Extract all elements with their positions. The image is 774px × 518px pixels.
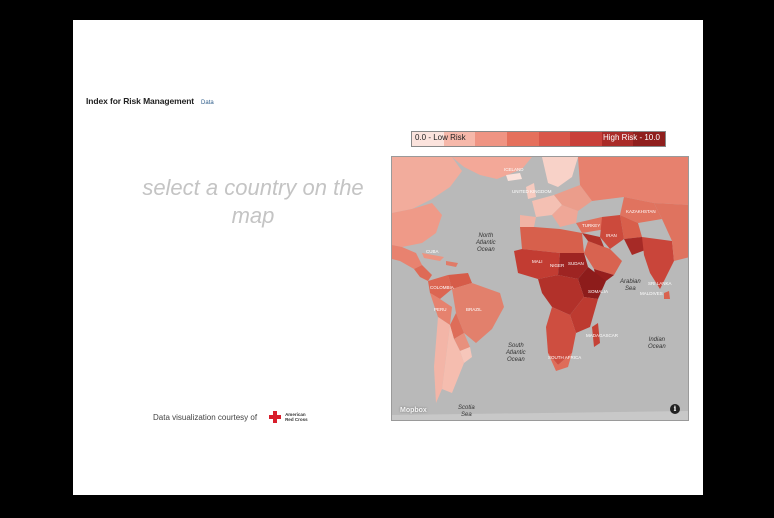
label-south-atlantic: South Atlantic Ocean xyxy=(506,343,526,363)
label-sri-lanka: SRI LANKA xyxy=(648,281,672,286)
credit: Data visualization courtesy of American … xyxy=(153,411,308,423)
label-brazil: BRAZIL xyxy=(466,307,482,312)
mexico-region[interactable] xyxy=(392,245,422,269)
label-mali: MALI xyxy=(532,259,543,264)
header: Index for Risk Management Data xyxy=(86,96,214,106)
cuba-region[interactable] xyxy=(422,253,444,261)
red-cross-logo[interactable]: American Red Cross xyxy=(269,411,308,423)
label-somalia: SOMALIA xyxy=(588,289,609,294)
credit-text: Data visualization courtesy of xyxy=(153,412,258,422)
select-country-prompt: select a country on the map xyxy=(103,174,403,230)
russia-region[interactable] xyxy=(578,157,689,205)
label-niger: NIGER xyxy=(550,263,565,268)
legend-swatch-2 xyxy=(475,132,507,146)
label-north-atlantic: North Atlantic Ocean xyxy=(476,233,496,253)
data-link[interactable]: Data xyxy=(201,100,214,106)
north-africa-region[interactable] xyxy=(520,227,584,253)
label-turkey: TURKEY xyxy=(582,223,601,228)
label-peru: PERU xyxy=(434,307,447,312)
prompt-line-2: map xyxy=(231,203,275,228)
iran-region[interactable] xyxy=(600,215,624,249)
label-arabian-sea: Arabian Sea xyxy=(620,279,641,292)
caribbean-region[interactable] xyxy=(446,261,458,267)
map-attribution[interactable]: Mopbox xyxy=(400,407,427,414)
label-indian-ocean: Indian Ocean xyxy=(648,337,666,350)
label-cuba: CUBA xyxy=(426,249,439,254)
red-cross-icon xyxy=(269,411,282,423)
legend-swatch-3 xyxy=(506,132,539,146)
label-kazakhstan: KAZAKHSTAN xyxy=(626,209,656,214)
label-uk: UNITED KINGDOM xyxy=(512,189,552,194)
legend-swatch-4 xyxy=(538,132,571,146)
label-madagascar: MADAGASCAR xyxy=(586,333,619,338)
label-scotia-sea: Scotia Sea xyxy=(458,405,475,418)
page-title: Index for Risk Management xyxy=(86,96,195,106)
label-south-africa: SOUTH AFRICA xyxy=(548,355,582,360)
prompt-line-1: select a country on the xyxy=(142,175,364,200)
label-colombia: COLOMBIA xyxy=(430,285,454,290)
label-iceland: ICELAND xyxy=(504,167,524,172)
label-sudan: SUDAN xyxy=(568,261,584,266)
info-icon[interactable]: i xyxy=(670,404,680,414)
sri-lanka-region[interactable] xyxy=(664,291,670,299)
red-cross-wordmark: American Red Cross xyxy=(285,412,308,422)
legend-high-label: High Risk - 10.0 xyxy=(603,133,660,142)
legend-swatch-5 xyxy=(570,132,602,146)
risk-map[interactable]: North Atlantic Ocean South Atlantic Ocean In… xyxy=(391,156,689,421)
iberia-region[interactable] xyxy=(520,215,536,227)
screen: Index for Risk Management Data select a … xyxy=(73,20,703,495)
antarctica-region xyxy=(392,411,688,420)
label-iran: IRAN xyxy=(606,233,617,238)
legend-low-label: 0.0 - Low Risk xyxy=(415,133,466,142)
scandinavia-region[interactable] xyxy=(542,157,578,187)
label-maldives: MALDIVES xyxy=(640,291,663,296)
